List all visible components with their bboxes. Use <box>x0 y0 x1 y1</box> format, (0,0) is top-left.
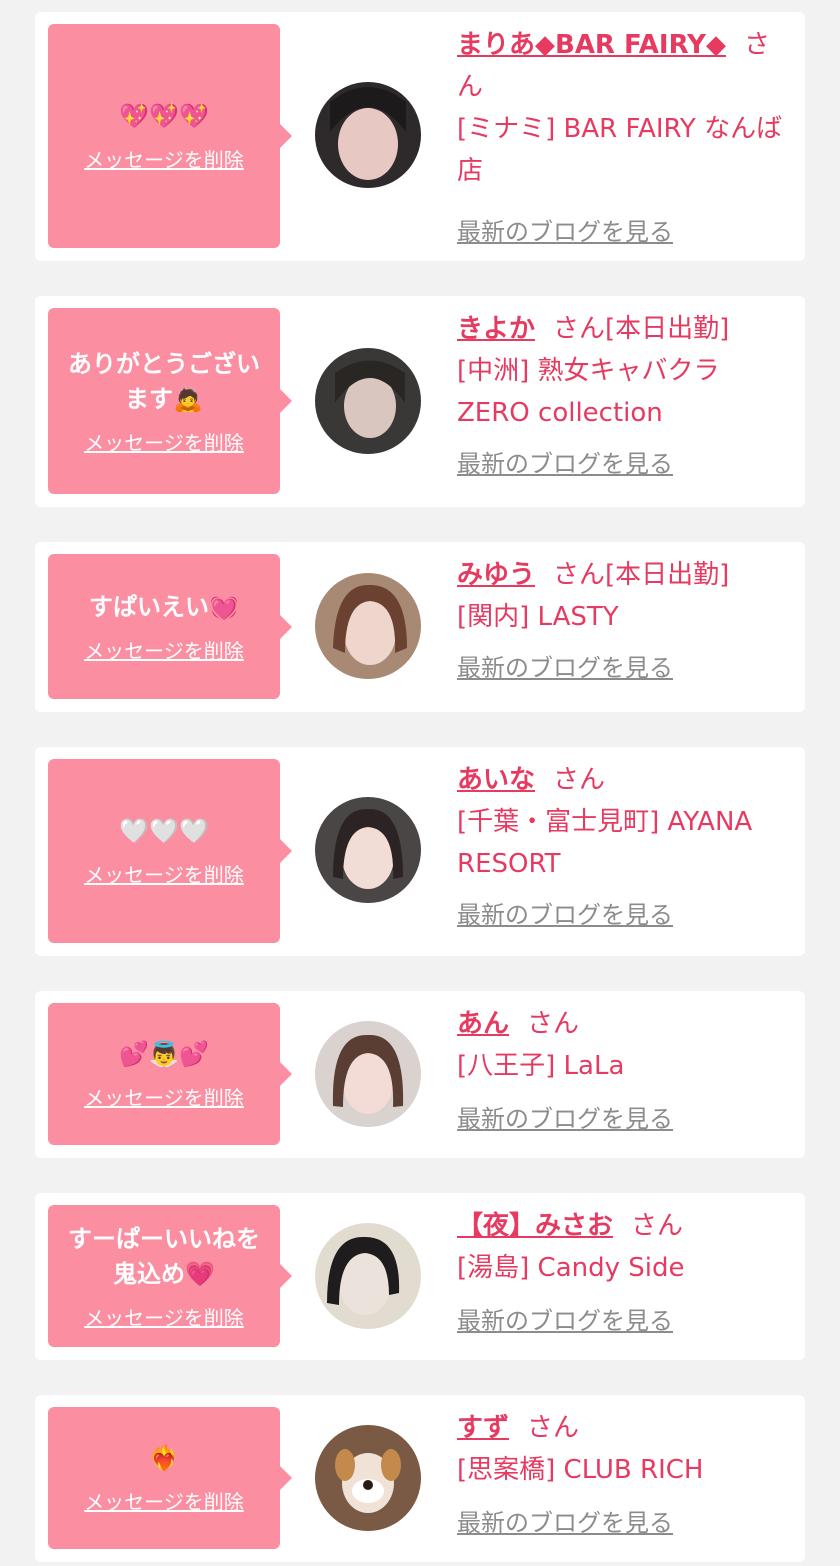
message-card: 🤍🤍🤍 メッセージを削除 あいな さん [千葉・富士見町] AYANA RESOR… <box>35 747 805 956</box>
blog-link[interactable]: 最新のブログを見る <box>457 648 673 683</box>
blog-link[interactable]: 最新のブログを見る <box>457 212 673 247</box>
status-text: [本日出勤] <box>605 560 730 590</box>
avatar-image <box>315 348 421 454</box>
avatar[interactable] <box>315 82 421 188</box>
delete-message-link[interactable]: メッセージを削除 <box>84 1302 244 1331</box>
message-text: ありがとうございます🙇 <box>68 349 260 413</box>
message-card: すーぱーいいねを鬼込め💗 メッセージを削除 【夜】みさお さん [湯島] Cand… <box>35 1193 805 1360</box>
shop-text: [千葉・富士見町] AYANA RESORT <box>457 807 753 879</box>
blog-link[interactable]: 最新のブログを見る <box>457 1503 673 1538</box>
honorific: さん <box>527 1009 580 1039</box>
delete-message-link[interactable]: メッセージを削除 <box>84 427 244 456</box>
avatar-image <box>315 1021 421 1127</box>
delete-message-link[interactable]: メッセージを削除 <box>84 635 244 664</box>
shop-text: [関内] LASTY <box>457 602 619 632</box>
cast-name-link[interactable]: あいな <box>457 765 535 795</box>
blog-link[interactable]: 最新のブログを見る <box>457 895 673 930</box>
name-line: 【夜】みさお さん <box>457 1205 787 1247</box>
avatar-image <box>315 1223 421 1329</box>
message-text: 💕👼💕 <box>119 1040 209 1068</box>
message-text: ❤️‍🔥 <box>149 1444 179 1472</box>
shop-text: [湯島] Candy Side <box>457 1253 685 1283</box>
avatar[interactable] <box>315 797 421 903</box>
cast-name-link[interactable]: まりあ◆BAR FAIRY◆ <box>457 30 726 60</box>
avatar-image <box>315 82 421 188</box>
blog-link[interactable]: 最新のブログを見る <box>457 1099 673 1134</box>
message-bubble: 🤍🤍🤍 メッセージを削除 <box>48 759 292 943</box>
message-bubble: すーぱーいいねを鬼込め💗 メッセージを削除 <box>48 1205 292 1347</box>
blog-link[interactable]: 最新のブログを見る <box>457 1301 673 1336</box>
avatar[interactable] <box>315 1021 421 1127</box>
honorific: さん <box>527 1413 580 1443</box>
cast-info: あいな さん [千葉・富士見町] AYANA RESORT 最新のブログを見る <box>457 759 787 930</box>
delete-message-link[interactable]: メッセージを削除 <box>84 859 244 888</box>
shop-text: [八王子] LaLa <box>457 1051 625 1081</box>
delete-message-link[interactable]: メッセージを削除 <box>84 1082 244 1111</box>
avatar-image <box>315 797 421 903</box>
message-text: 💖💖💖 <box>119 102 209 130</box>
message-bubble: ありがとうございます🙇 メッセージを削除 <box>48 308 292 494</box>
message-text: すーぱーいいねを鬼込め💗 <box>68 1224 260 1288</box>
delete-message-link[interactable]: メッセージを削除 <box>84 1486 244 1515</box>
message-text: 🤍🤍🤍 <box>119 817 209 845</box>
name-line: きよか さん[本日出勤] <box>457 308 787 350</box>
cast-info: きよか さん[本日出勤] [中洲] 熟女キャバクラ ZERO collection… <box>457 308 787 479</box>
honorific: さん <box>553 765 606 795</box>
message-card: 💕👼💕 メッセージを削除 あん さん [八王子] LaLa 最新のブログを見る <box>35 991 805 1158</box>
cast-name-link[interactable]: あん <box>457 1009 509 1039</box>
cast-name-link[interactable]: すず <box>457 1413 509 1443</box>
message-bubble: 💕👼💕 メッセージを削除 <box>48 1003 292 1145</box>
name-line: みゆう さん[本日出勤] <box>457 554 787 596</box>
avatar[interactable] <box>315 573 421 679</box>
cast-info: すず さん [思案橋] CLUB RICH 最新のブログを見る <box>457 1407 787 1538</box>
cast-info: みゆう さん[本日出勤] [関内] LASTY 最新のブログを見る <box>457 554 787 683</box>
cast-info: まりあ◆BAR FAIRY◆ さん [ミナミ] BAR FAIRY なんば店 最新… <box>457 24 787 247</box>
message-text: すぱいえい💓 <box>89 592 239 621</box>
avatar[interactable] <box>315 1425 421 1531</box>
message-bubble: ❤️‍🔥 メッセージを削除 <box>48 1407 292 1549</box>
message-bubble: 💖💖💖 メッセージを削除 <box>48 24 292 248</box>
message-card: すぱいえい💓 メッセージを削除 みゆう さん[本日出勤] [関内] LASTY 最… <box>35 542 805 712</box>
cast-name-link[interactable]: みゆう <box>457 560 535 590</box>
avatar[interactable] <box>315 1223 421 1329</box>
message-card: ❤️‍🔥 メッセージを削除 すず さん [思案橋] CLUB RICH 最新のブロ… <box>35 1395 805 1562</box>
message-card: 💖💖💖 メッセージを削除 まりあ◆BAR FAIRY◆ さん [ミナミ] BAR … <box>35 12 805 261</box>
honorific: さん <box>631 1211 684 1241</box>
status-text: [本日出勤] <box>605 314 730 344</box>
name-line: あいな さん <box>457 759 787 801</box>
message-card: ありがとうございます🙇 メッセージを削除 きよか さん[本日出勤] [中洲] 熟女… <box>35 296 805 507</box>
message-bubble: すぱいえい💓 メッセージを削除 <box>48 554 292 699</box>
shop-text: [ミナミ] BAR FAIRY なんば店 <box>457 114 783 186</box>
name-line: まりあ◆BAR FAIRY◆ さん <box>457 24 787 108</box>
cast-name-link[interactable]: 【夜】みさお <box>457 1211 613 1241</box>
avatar-image <box>315 1425 421 1531</box>
cast-name-link[interactable]: きよか <box>457 314 535 344</box>
name-line: すず さん <box>457 1407 787 1449</box>
avatar-image <box>315 573 421 679</box>
honorific: さん <box>553 314 606 344</box>
shop-text: [中洲] 熟女キャバクラ ZERO collection <box>457 356 720 428</box>
cast-info: 【夜】みさお さん [湯島] Candy Side 最新のブログを見る <box>457 1205 787 1336</box>
shop-text: [思案橋] CLUB RICH <box>457 1455 704 1485</box>
cast-info: あん さん [八王子] LaLa 最新のブログを見る <box>457 1003 787 1134</box>
honorific: さん <box>553 560 606 590</box>
blog-link[interactable]: 最新のブログを見る <box>457 444 673 479</box>
delete-message-link[interactable]: メッセージを削除 <box>84 144 244 173</box>
name-line: あん さん <box>457 1003 787 1045</box>
avatar[interactable] <box>315 348 421 454</box>
